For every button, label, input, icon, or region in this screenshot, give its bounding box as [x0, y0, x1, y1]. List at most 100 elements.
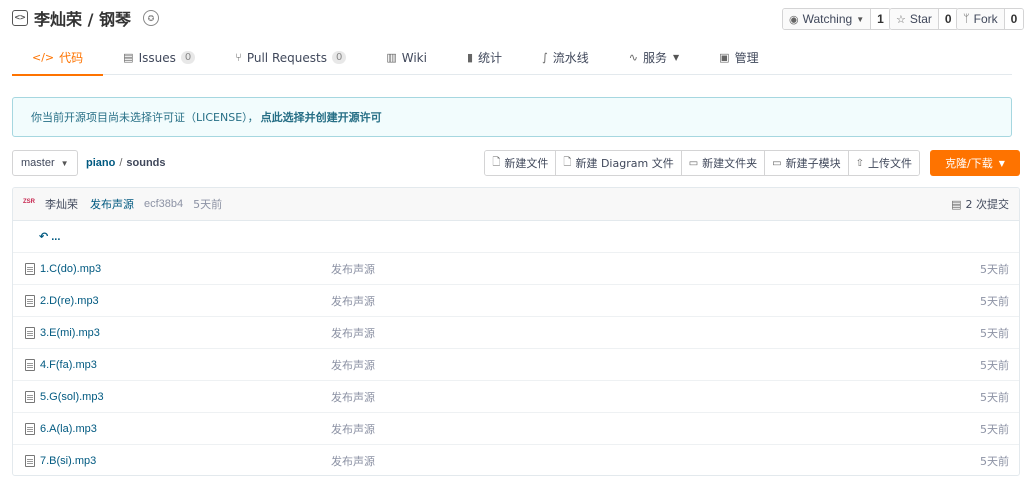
watch-count[interactable]: 1 [870, 9, 890, 29]
tab-pull-requests[interactable]: ⑂ Pull Requests 0 [215, 40, 366, 75]
table-row: 7.B(si).mp3 发布声源 5天前 [13, 445, 1019, 475]
tab-wiki[interactable]: ▥ Wiki [366, 40, 447, 75]
file-commit-message[interactable]: 发布声源 [331, 453, 375, 469]
new-file-label: 新建文件 [504, 157, 549, 170]
watch-button[interactable]: ◉ Watching ▼ [783, 9, 871, 29]
file-commit-message[interactable]: 发布声源 [331, 421, 375, 437]
chart-icon: ▮ [466, 51, 474, 64]
eye-icon: ◉ [789, 13, 799, 26]
table-row: 1.C(do).mp3 发布声源 5天前 [13, 253, 1019, 285]
wiki-icon: ▥ [386, 51, 397, 64]
parent-directory-row[interactable]: ↶ ... [13, 221, 1019, 253]
file-name[interactable]: 5.G(sol).mp3 [40, 391, 104, 403]
commit-message[interactable]: 发布声源 [90, 196, 134, 212]
upload-icon: ⇧ [855, 157, 864, 169]
folder-plus-icon: ▭ [688, 157, 699, 169]
new-file-button[interactable]: 🗋 新建文件 [485, 151, 556, 175]
tab-pipeline[interactable]: ∫ 流水线 [522, 40, 609, 75]
chevron-down-icon: ▼ [856, 14, 865, 24]
file-icon [25, 262, 35, 275]
branch-select[interactable]: master ▼ [12, 150, 78, 176]
star-count[interactable]: 0 [937, 9, 958, 29]
fork-count[interactable]: 0 [1003, 9, 1024, 29]
tab-label: Pull Requests [246, 50, 327, 65]
chevron-down-icon: ▼ [998, 158, 1005, 168]
breadcrumb-root[interactable]: piano [86, 157, 115, 169]
file-commit-message[interactable]: 发布声源 [331, 293, 375, 309]
latest-commit-bar: ZSR 李灿荣 发布声源 ecf38b4 5天前 ▤ 2 次提交 [13, 188, 1019, 221]
fork-label: Fork [973, 12, 998, 26]
tab-label: 统计 [478, 51, 503, 65]
tab-settings[interactable]: ▣ 管理 [699, 40, 778, 75]
file-icon [25, 358, 35, 371]
back-arrow-icon: ↶ [39, 231, 49, 243]
new-submodule-button[interactable]: ▭ 新建子模块 [764, 151, 848, 175]
file-toolbar: 🗋 新建文件 🗋 新建 Diagram 文件 ▭ 新建文件夹 ▭ 新建子模块 ⇧… [484, 150, 920, 176]
file-name[interactable]: 7.B(si).mp3 [40, 455, 96, 467]
file-time: 5天前 [980, 262, 1009, 276]
fork-icon: ᛘ [963, 13, 970, 25]
tab-code[interactable]: </> 代码 [12, 40, 104, 76]
tab-stats[interactable]: ▮ 统计 [447, 40, 522, 75]
diagram-file-icon: 🗋 [563, 156, 572, 168]
award-icon[interactable]: ✪ [143, 10, 159, 26]
create-license-link[interactable]: 点此选择并创建开源许可 [261, 109, 382, 125]
file-plus-icon: 🗋 [492, 156, 501, 168]
file-commit-message[interactable]: 发布声源 [331, 389, 375, 405]
commit-time: 5天前 [193, 198, 223, 211]
file-icon [25, 455, 35, 467]
repo-header: <> 李灿荣 / 钢琴 ✪ [12, 6, 159, 30]
pulse-icon: ∿ [628, 51, 638, 64]
file-commit-message[interactable]: 发布声源 [331, 357, 375, 373]
tab-label: Wiki [401, 50, 427, 65]
pull-request-icon: ⑂ [235, 51, 242, 64]
license-notice-text: 你当前开源项目尚未选择许可证（LICENSE）， [31, 111, 259, 124]
table-row: 5.G(sol).mp3 发布声源 5天前 [13, 381, 1019, 413]
new-folder-button[interactable]: ▭ 新建文件夹 [680, 151, 765, 175]
file-name[interactable]: 6.A(la).mp3 [40, 423, 97, 435]
tab-issues[interactable]: ▤ Issues 0 [103, 40, 215, 75]
file-time: 5天前 [980, 326, 1009, 340]
breadcrumb-current: sounds [126, 157, 166, 169]
commits-icon: ▤ [951, 197, 962, 211]
file-name[interactable]: 2.D(re).mp3 [40, 295, 99, 307]
commit-author[interactable]: 李灿荣 [45, 196, 78, 212]
pipeline-icon: ∫ [542, 51, 548, 64]
repo-title[interactable]: 李灿荣 / 钢琴 [34, 6, 131, 30]
fork-button[interactable]: ᛘ Fork [957, 9, 1004, 29]
star-label: Star [909, 12, 932, 26]
clone-download-button[interactable]: 克隆/下载 ▼ [930, 150, 1020, 176]
issues-icon: ▤ [123, 51, 134, 64]
commit-count-link[interactable]: ▤ 2 次提交 [951, 196, 1009, 212]
file-time: 5天前 [980, 390, 1009, 404]
table-row: 4.F(fa).mp3 发布声源 5天前 [13, 349, 1019, 381]
file-name[interactable]: 4.F(fa).mp3 [40, 359, 97, 371]
breadcrumb-separator: / [119, 157, 123, 169]
file-name[interactable]: 3.E(mi).mp3 [40, 327, 100, 339]
table-row: 2.D(re).mp3 发布声源 5天前 [13, 285, 1019, 317]
table-row: 3.E(mi).mp3 发布声源 5天前 [13, 317, 1019, 349]
star-button[interactable]: ☆ Star [890, 9, 938, 29]
commit-hash[interactable]: ecf38b4 [144, 198, 183, 210]
star-group: ☆ Star 0 [889, 8, 959, 30]
avatar[interactable]: ZSR [23, 199, 41, 209]
watch-group: ◉ Watching ▼ 1 [782, 8, 891, 30]
clone-label: 克隆/下载 [945, 157, 993, 170]
file-name[interactable]: 1.C(do).mp3 [40, 263, 101, 275]
file-commit-message[interactable]: 发布声源 [331, 325, 375, 341]
new-folder-label: 新建文件夹 [702, 157, 758, 170]
tab-label: Issues [138, 50, 176, 65]
upload-button[interactable]: ⇧ 上传文件 [847, 151, 919, 175]
tab-services[interactable]: ∿ 服务 ▼ [609, 40, 699, 75]
branch-label: master [21, 157, 55, 169]
fork-group: ᛘ Fork 0 [956, 8, 1024, 30]
chevron-down-icon: ▼ [60, 158, 69, 168]
new-submodule-label: 新建子模块 [785, 157, 841, 170]
file-time: 5天前 [980, 455, 1009, 468]
commit-count: 2 次提交 [965, 198, 1010, 211]
new-diagram-button[interactable]: 🗋 新建 Diagram 文件 [555, 151, 681, 175]
chevron-down-icon: ▼ [673, 53, 680, 62]
watch-label: Watching [802, 12, 853, 26]
file-commit-message[interactable]: 发布声源 [331, 261, 375, 277]
submodule-icon: ▭ [772, 157, 782, 169]
